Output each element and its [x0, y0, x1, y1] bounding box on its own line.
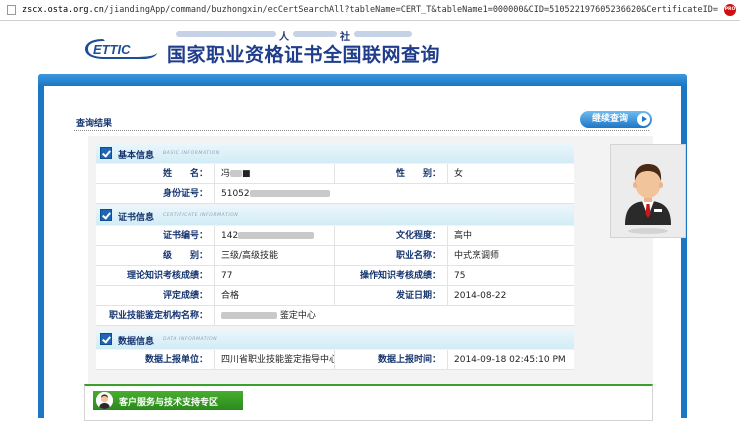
section-certificate-info: 证书信息 CERTIFICATE INFORMATION — [96, 206, 574, 225]
section-basic-info: 基本信息 BASIC INFORMATION — [96, 144, 574, 163]
section-title: 证书信息 — [118, 213, 155, 223]
section-data-info: 数据信息 DATA INFORMATION — [96, 330, 574, 349]
check-icon — [100, 209, 112, 221]
id-label: 身份证号： — [96, 184, 215, 204]
level-label: 级 别： — [96, 246, 215, 266]
occupation-label: 职业名称： — [335, 246, 448, 266]
result-panel: 查询结果 继续查询 基本信息 BASIC INFORMATION 姓 名： 冯 ■… — [44, 86, 686, 421]
gender-value: 女 — [448, 164, 574, 184]
gender-label: 性 别： — [335, 164, 448, 184]
issue-date-value: 2014-08-22 — [448, 286, 574, 306]
site-title: 国家职业资格证书全国联网查询 — [167, 44, 441, 66]
header-tagline: 人 社 — [176, 28, 416, 43]
name-label: 姓 名： — [96, 164, 215, 184]
theory-score-label: 理论知识考核成绩： — [96, 266, 215, 286]
continue-search-label: 继续查询 — [592, 114, 629, 124]
operation-score-label: 操作知识考核成绩： — [335, 266, 448, 286]
table-row: 身份证号： 51052 — [96, 184, 574, 204]
ettic-logo: ETTIC — [85, 39, 157, 59]
support-title: 客户服务与技术支持专区 — [119, 398, 219, 408]
support-avatar-icon — [96, 392, 113, 409]
section-subtitle: BASIC INFORMATION — [163, 151, 220, 156]
result-divider — [74, 130, 649, 131]
frame-top-bar — [38, 74, 687, 86]
cert-number-label: 证书编号： — [96, 226, 215, 246]
table-row: 证书编号： 142 文化程度： 高中 — [96, 226, 574, 246]
agency-label: 职业技能鉴定机构名称： — [96, 306, 215, 326]
table-row: 理论知识考核成绩： 77 操作知识考核成绩： 75 — [96, 266, 574, 286]
level-value: 三级/高级技能 — [215, 246, 335, 266]
person-icon — [625, 164, 671, 234]
continue-search-button[interactable]: 继续查询 — [580, 111, 652, 128]
pro-extension-icon[interactable]: PRO — [724, 4, 736, 16]
svg-text:ETTIC: ETTIC — [93, 42, 131, 57]
main-frame: 查询结果 继续查询 基本信息 BASIC INFORMATION 姓 名： 冯 ■… — [38, 74, 687, 421]
table-row: 姓 名： 冯 ■ 性 别： 女 — [96, 164, 574, 184]
eval-result-value: 合格 — [215, 286, 335, 306]
result-title: 查询结果 — [76, 119, 113, 129]
agency-value: 鉴定中心 — [215, 306, 574, 326]
check-icon — [100, 147, 112, 159]
education-label: 文化程度： — [335, 226, 448, 246]
report-time-value: 2014-09-18 02:45:10 PM — [448, 350, 574, 370]
section-title: 数据信息 — [118, 337, 155, 347]
name-value: 冯 ■ — [215, 164, 335, 184]
report-time-label: 数据上报时间： — [335, 350, 448, 370]
certificate-info-table: 基本信息 BASIC INFORMATION 姓 名： 冯 ■ 性 别： 女 身份… — [88, 136, 686, 385]
url-domain: zscx.osta.org.cn — [22, 5, 104, 15]
support-box: 客户服务与技术支持专区 — [84, 384, 653, 421]
id-value: 51052 — [215, 184, 574, 204]
cert-number-value: 142 — [215, 226, 335, 246]
report-unit-label: 数据上报单位： — [96, 350, 215, 370]
section-subtitle: CERTIFICATE INFORMATION — [163, 213, 239, 218]
eval-result-label: 评定成绩： — [96, 286, 215, 306]
url-text[interactable]: zscx.osta.org.cn/jiandingApp/command/buz… — [22, 5, 722, 15]
table-row: 职业技能鉴定机构名称： 鉴定中心 — [96, 306, 574, 326]
issue-date-label: 发证日期： — [335, 286, 448, 306]
table-row: 评定成绩： 合格 发证日期： 2014-08-22 — [96, 286, 574, 306]
table-row: 级 别： 三级/高级技能 职业名称： 中式烹调师 — [96, 246, 574, 266]
occupation-value: 中式烹调师 — [448, 246, 574, 266]
address-bar[interactable]: zscx.osta.org.cn/jiandingApp/command/buz… — [0, 0, 740, 21]
page-icon — [7, 5, 16, 15]
table-row: 数据上报单位： 四川省职业技能鉴定指导中心 数据上报时间： 2014-09-18… — [96, 350, 574, 370]
url-path: /jiandingApp/command/buzhongxin/ecCertSe… — [103, 5, 718, 15]
section-subtitle: DATA INFORMATION — [163, 337, 218, 342]
section-title: 基本信息 — [118, 151, 155, 161]
arrow-right-icon — [637, 113, 650, 126]
support-tab[interactable]: 客户服务与技术支持专区 — [93, 391, 243, 410]
holder-photo — [610, 144, 686, 238]
theory-score-value: 77 — [215, 266, 335, 286]
operation-score-value: 75 — [448, 266, 574, 286]
report-unit-value: 四川省职业技能鉴定指导中心 — [215, 350, 335, 370]
education-value: 高中 — [448, 226, 574, 246]
check-icon — [100, 333, 112, 345]
